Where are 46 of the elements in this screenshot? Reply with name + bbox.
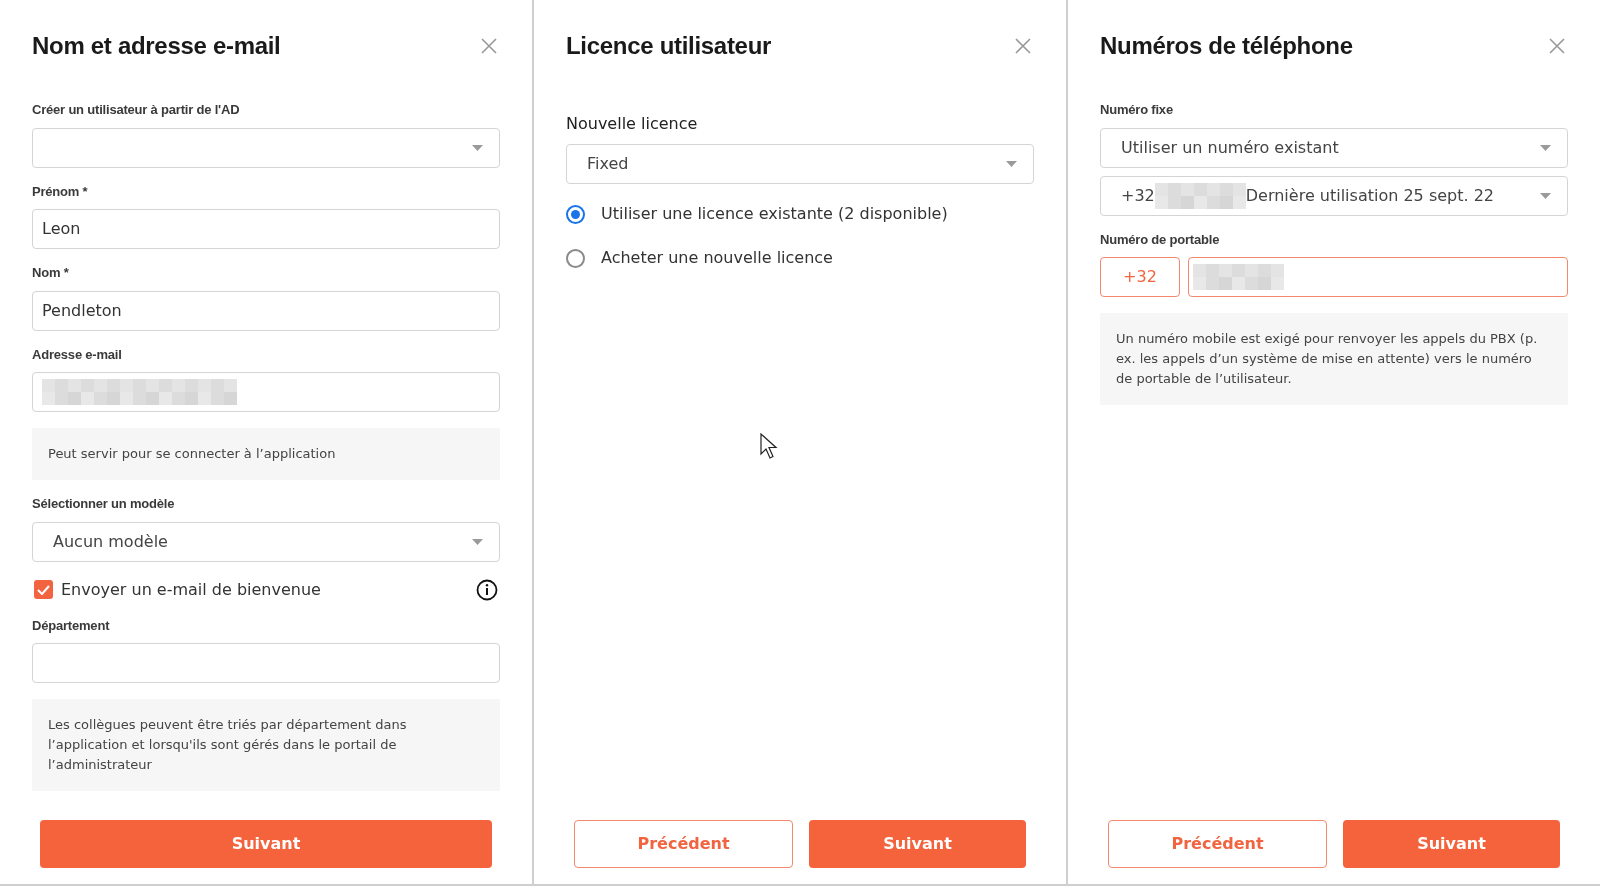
text-field[interactable]	[32, 372, 500, 412]
caret-icon	[1006, 161, 1017, 167]
field-label: Numéro de portable	[1100, 230, 1221, 249]
text-field[interactable]	[32, 643, 500, 683]
caret-icon	[472, 538, 483, 545]
dropdown-field[interactable]: +32 Dernière utilisation 25 sept. 22	[1100, 175, 1568, 216]
dropdown-field[interactable]: Aucun modèle	[32, 521, 500, 562]
field-label: Département	[32, 616, 111, 635]
dropdown-field[interactable]: Utiliser un numéro existant	[1100, 127, 1568, 168]
dialog-title: Numéros de téléphone	[1100, 31, 1353, 61]
close-icon[interactable]	[1549, 38, 1565, 54]
radio-label: Acheter une nouvelle licence	[601, 247, 833, 269]
field-label: Numéro fixe	[1100, 101, 1174, 119]
dropdown-value: Utiliser un numéro existant	[1121, 136, 1339, 159]
field-label: Créer un utilisateur à partir de l'AD	[32, 101, 241, 119]
info-note: Un numéro mobile est exigé pour renvoyer les appels du PBX (p. ex. les appels d’un système de mise en attente) vers le numéro de portable de l’utilisateur.	[1100, 313, 1568, 405]
close-icon[interactable]	[481, 38, 497, 54]
checkbox-label: Envoyer un e-mail de bienvenue	[61, 578, 321, 601]
field-label: Adresse e-mail	[32, 345, 123, 364]
info-note: Les collègues peuvent être triés par département dans l’application et lorsqu'ils sont gérés dans le portail de l’administrateur	[32, 699, 500, 791]
mobile-number-field[interactable]	[1188, 257, 1568, 297]
radio-button[interactable]	[566, 204, 585, 224]
dropdown-field[interactable]: Fixed	[566, 144, 1034, 184]
radio-label: Utiliser une licence existante (2 disponible)	[601, 203, 948, 225]
dialog-title: Nom et adresse e-mail	[32, 31, 281, 61]
dialog-title: Licence utilisateur	[566, 31, 772, 61]
dropdown-field[interactable]	[32, 127, 500, 168]
text-field[interactable]: Pendleton	[32, 290, 500, 331]
caret-icon	[1540, 192, 1551, 199]
info-note: Peut servir pour se connecter à l’application	[32, 428, 500, 480]
field-label: Prénom *	[32, 182, 89, 201]
radio-button[interactable]	[566, 248, 585, 268]
field-label: Sélectionner un modèle	[32, 495, 176, 513]
dropdown-value: Aucun modèle	[53, 530, 168, 553]
field-label: Nouvelle licence	[566, 113, 699, 135]
dropdown-value: Fixed	[587, 153, 629, 175]
dropdown-value: Dernière utilisation 25 sept. 22	[1245, 184, 1495, 207]
mouse-pointer-icon	[760, 433, 778, 459]
text-field[interactable]: Leon	[32, 209, 500, 249]
info-icon[interactable]	[476, 578, 498, 601]
checkbox[interactable]	[34, 580, 53, 599]
caret-icon	[1540, 144, 1551, 151]
caret-icon	[472, 144, 483, 151]
country-code: +32	[1121, 184, 1155, 207]
close-icon[interactable]	[1015, 38, 1031, 54]
field-label: Nom *	[32, 264, 70, 282]
